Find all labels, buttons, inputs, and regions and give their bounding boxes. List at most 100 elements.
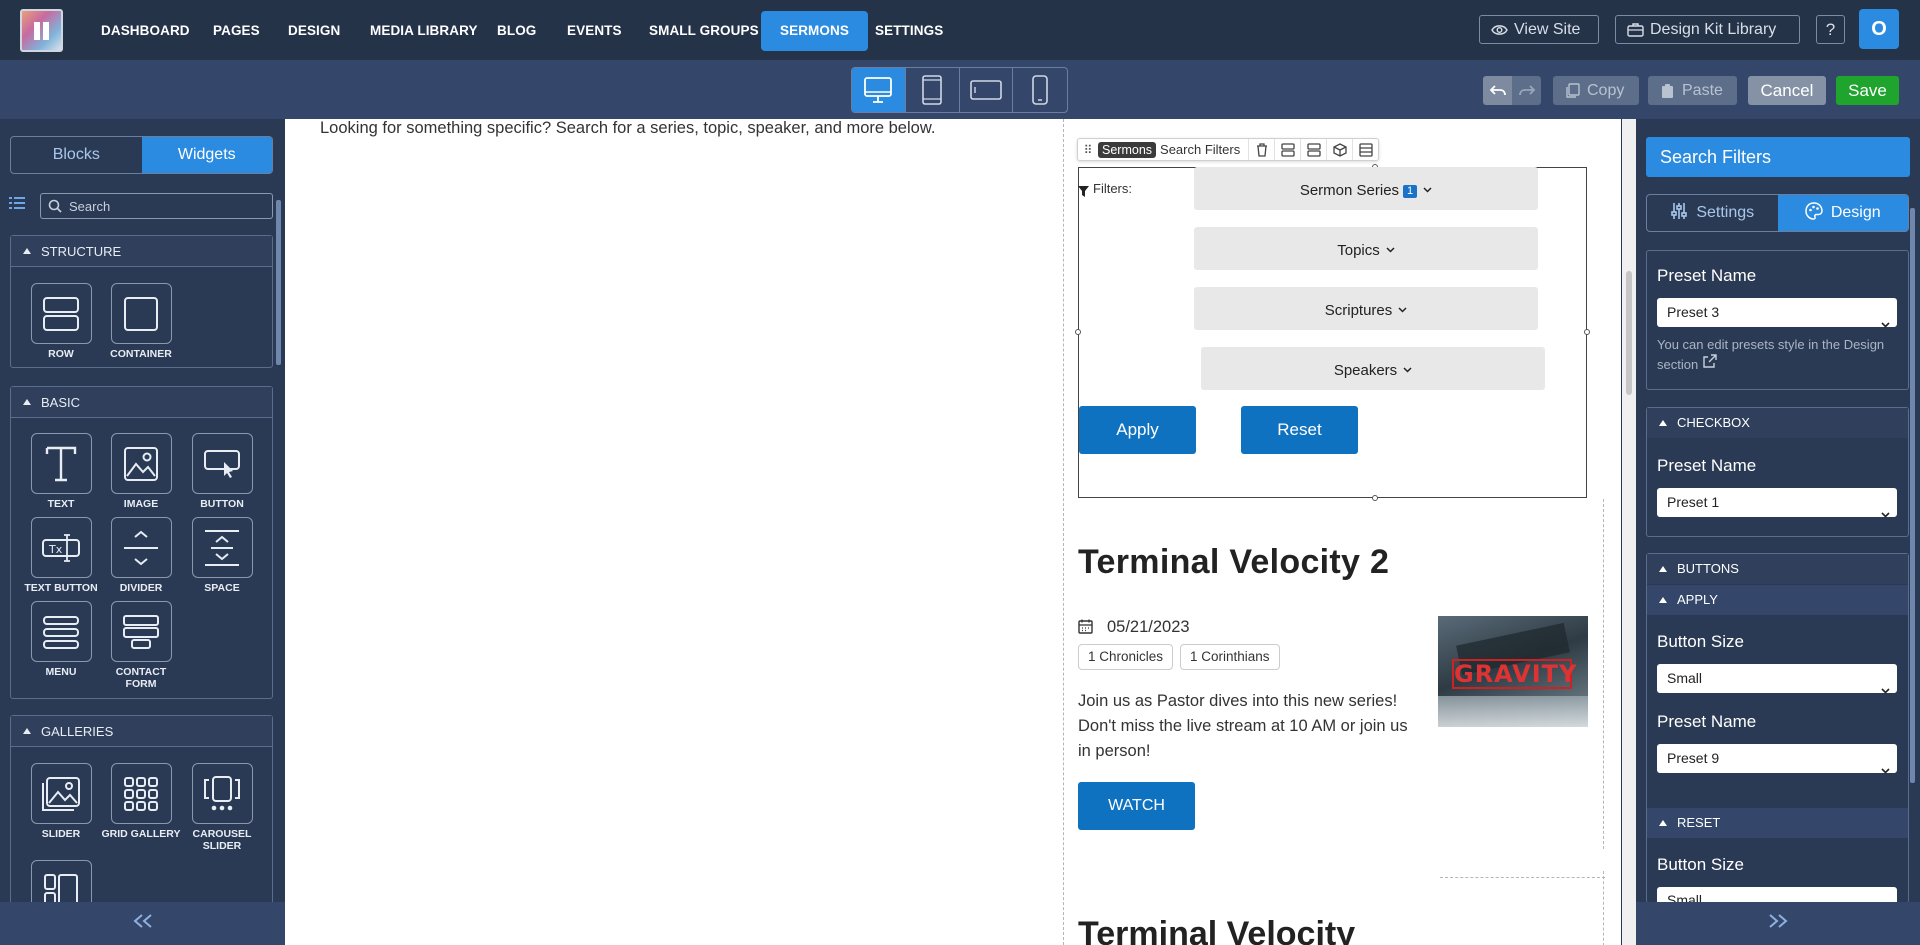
apply-button[interactable]: Apply xyxy=(1079,406,1196,454)
nav-events[interactable]: EVENTS xyxy=(567,11,622,51)
nav-pages[interactable]: PAGES xyxy=(213,11,260,51)
apply-size-select[interactable]: Small xyxy=(1657,664,1897,694)
widget-slider[interactable]: SLIDER xyxy=(21,763,101,840)
widget-layout-button[interactable] xyxy=(1352,139,1378,160)
left-panel-scrollbar[interactable] xyxy=(276,200,281,365)
preset-select[interactable]: Preset 3 xyxy=(1657,298,1897,328)
widget-type-tag[interactable]: Sermons xyxy=(1098,141,1157,158)
widget-container[interactable]: CONTAINER xyxy=(101,283,181,360)
resize-handle-right[interactable] xyxy=(1584,329,1590,335)
tab-settings[interactable]: Settings xyxy=(1647,195,1778,231)
section-title: BUTTONS xyxy=(1677,561,1739,576)
column-guide xyxy=(1603,871,1604,945)
column-guide xyxy=(1603,499,1604,849)
widget-image[interactable]: IMAGE xyxy=(101,433,181,510)
sermon-thumbnail[interactable]: GRAVITY xyxy=(1438,616,1588,727)
trash-icon xyxy=(1256,142,1267,157)
external-link-icon[interactable] xyxy=(1702,354,1717,372)
nav-blog[interactable]: BLOG xyxy=(497,11,536,51)
widget-menu[interactable]: MENU xyxy=(21,601,101,678)
cancel-button[interactable]: Cancel xyxy=(1748,76,1826,105)
save-button[interactable]: Save xyxy=(1836,76,1899,105)
space-icon xyxy=(205,529,239,566)
nav-dashboard[interactable]: DASHBOARD xyxy=(101,11,190,51)
apply-section-header[interactable]: APPLY xyxy=(1647,585,1908,615)
desktop-view-button[interactable] xyxy=(852,68,906,112)
menu-icon xyxy=(43,615,79,649)
widget-label: SPACE xyxy=(204,582,240,594)
nav-media-library[interactable]: MEDIA LIBRARY xyxy=(370,11,478,51)
palette-icon xyxy=(1805,198,1823,231)
select-value: Small xyxy=(1667,892,1703,902)
apply-preset-select[interactable]: Preset 9 xyxy=(1657,744,1897,774)
widget-label: GRID GALLERY xyxy=(101,828,181,840)
tab-widgets[interactable]: Widgets xyxy=(141,137,272,173)
copy-button[interactable]: Copy xyxy=(1553,76,1639,105)
user-avatar[interactable]: O xyxy=(1859,9,1899,49)
view-site-button[interactable]: View Site xyxy=(1479,15,1599,44)
tab-design[interactable]: Design xyxy=(1777,195,1908,231)
tab-blocks[interactable]: Blocks xyxy=(11,137,142,173)
section-galleries-header[interactable]: GALLERIES xyxy=(11,716,272,747)
widget-button[interactable]: BUTTON xyxy=(182,433,262,510)
checkbox-preset-select[interactable]: Preset 1 xyxy=(1657,488,1897,518)
watch-button[interactable]: WATCH xyxy=(1078,782,1195,830)
widget-carousel-slider[interactable]: CAROUSEL SLIDER xyxy=(182,763,262,852)
filter-scriptures[interactable]: Scriptures xyxy=(1194,287,1538,330)
sermon-title[interactable]: Terminal Velocity 2 xyxy=(1078,543,1389,582)
undo-button[interactable] xyxy=(1483,76,1512,105)
widget-divider[interactable]: DIVIDER xyxy=(101,517,181,594)
page-canvas: Looking for something specific? Search f… xyxy=(285,119,1621,945)
right-panel-scrollbar[interactable] xyxy=(1910,208,1915,783)
collapse-right-panel-button[interactable] xyxy=(1636,902,1920,945)
canvas-scrollbar[interactable] xyxy=(1622,119,1636,945)
paste-button[interactable]: Paste xyxy=(1648,76,1737,105)
device-switcher xyxy=(851,67,1068,113)
resize-handle-bottom[interactable] xyxy=(1372,495,1378,501)
widget-row[interactable]: ROW xyxy=(21,283,101,360)
move-down-button[interactable] xyxy=(1300,139,1326,160)
widget-search-input[interactable] xyxy=(69,196,269,216)
widget-partial[interactable] xyxy=(21,860,101,902)
widget-contact-form[interactable]: CONTACT FORM xyxy=(101,601,181,690)
filter-topics[interactable]: Topics xyxy=(1194,227,1538,270)
cube-icon xyxy=(1333,142,1347,157)
paste-icon xyxy=(1660,76,1675,105)
nav-design[interactable]: DESIGN xyxy=(288,11,340,51)
reset-button[interactable]: Reset xyxy=(1241,406,1358,454)
widget-text[interactable]: TEXT xyxy=(21,433,101,510)
app-logo[interactable] xyxy=(20,9,63,52)
reset-size-label: Button Size xyxy=(1657,855,1744,874)
tablet-landscape-view-button[interactable] xyxy=(960,68,1014,112)
design-kit-button[interactable]: Design Kit Library xyxy=(1615,15,1800,44)
delete-widget-button[interactable] xyxy=(1248,139,1274,160)
filter-sermon-series[interactable]: Sermon Series 1 xyxy=(1194,167,1538,210)
resize-handle-left[interactable] xyxy=(1075,329,1081,335)
widget-grid-gallery[interactable]: GRID GALLERY xyxy=(101,763,181,840)
nav-small-groups[interactable]: SMALL GROUPS xyxy=(649,11,759,51)
sermon-title[interactable]: Terminal Velocity xyxy=(1078,915,1355,945)
nav-sermons[interactable]: SERMONS xyxy=(761,11,868,51)
phone-view-button[interactable] xyxy=(1013,68,1067,112)
widget-settings-button[interactable] xyxy=(1326,139,1352,160)
list-view-icon[interactable] xyxy=(9,196,25,215)
chevron-down-icon xyxy=(1881,309,1890,338)
filter-speakers[interactable]: Speakers xyxy=(1201,347,1545,390)
buttons-section-header[interactable]: BUTTONS xyxy=(1647,554,1908,584)
scripture-tag[interactable]: 1 Chronicles xyxy=(1078,644,1174,670)
tablet-view-button[interactable] xyxy=(906,68,960,112)
reset-size-select[interactable]: Small xyxy=(1657,887,1897,902)
scripture-tag[interactable]: 1 Corinthians xyxy=(1180,644,1280,670)
collapse-left-panel-button[interactable] xyxy=(0,902,285,945)
reset-section-header[interactable]: RESET xyxy=(1647,808,1908,838)
section-basic-header[interactable]: BASIC xyxy=(11,387,272,418)
widget-space[interactable]: SPACE xyxy=(182,517,262,594)
widget-text-button[interactable]: Tx TEXT BUTTON xyxy=(21,517,101,594)
help-button[interactable]: ? xyxy=(1816,15,1845,44)
redo-button[interactable] xyxy=(1512,76,1541,105)
checkbox-section-header[interactable]: CHECKBOX xyxy=(1647,408,1908,438)
move-up-button[interactable] xyxy=(1274,139,1300,160)
nav-settings[interactable]: SETTINGS xyxy=(875,11,943,51)
drag-handle-icon[interactable]: ⠿ xyxy=(1078,143,1098,157)
section-structure-header[interactable]: STRUCTURE xyxy=(11,236,272,267)
